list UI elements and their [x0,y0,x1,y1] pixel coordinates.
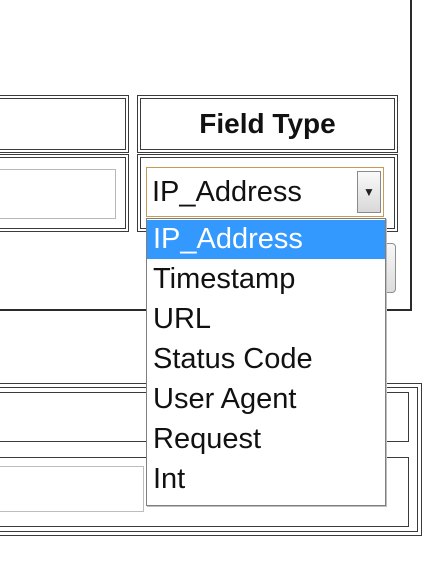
dropdown-option-int[interactable]: Int [147,460,385,499]
column-header-field-type: Field Type [199,108,336,139]
dropdown-option-status-code[interactable]: Status Code [147,340,385,379]
dropdown-option-ip-address[interactable]: IP_Address [147,220,385,259]
field-type-dropdown-list[interactable]: IP_Address Timestamp URL Status Code Use… [146,218,386,506]
column-header-name [0,95,129,153]
dropdown-option-user-agent[interactable]: User Agent [147,380,385,419]
field-type-select-value[interactable]: IP_Address [152,167,352,217]
panel-border-right [410,0,412,311]
lower-input-field[interactable] [0,466,144,512]
dropdown-option-url[interactable]: URL [147,300,385,339]
field-name-input[interactable] [0,169,116,219]
chevron-down-icon[interactable]: ▼ [357,171,381,213]
dropdown-option-timestamp[interactable]: Timestamp [147,260,385,299]
dropdown-option-request[interactable]: Request [147,420,385,459]
